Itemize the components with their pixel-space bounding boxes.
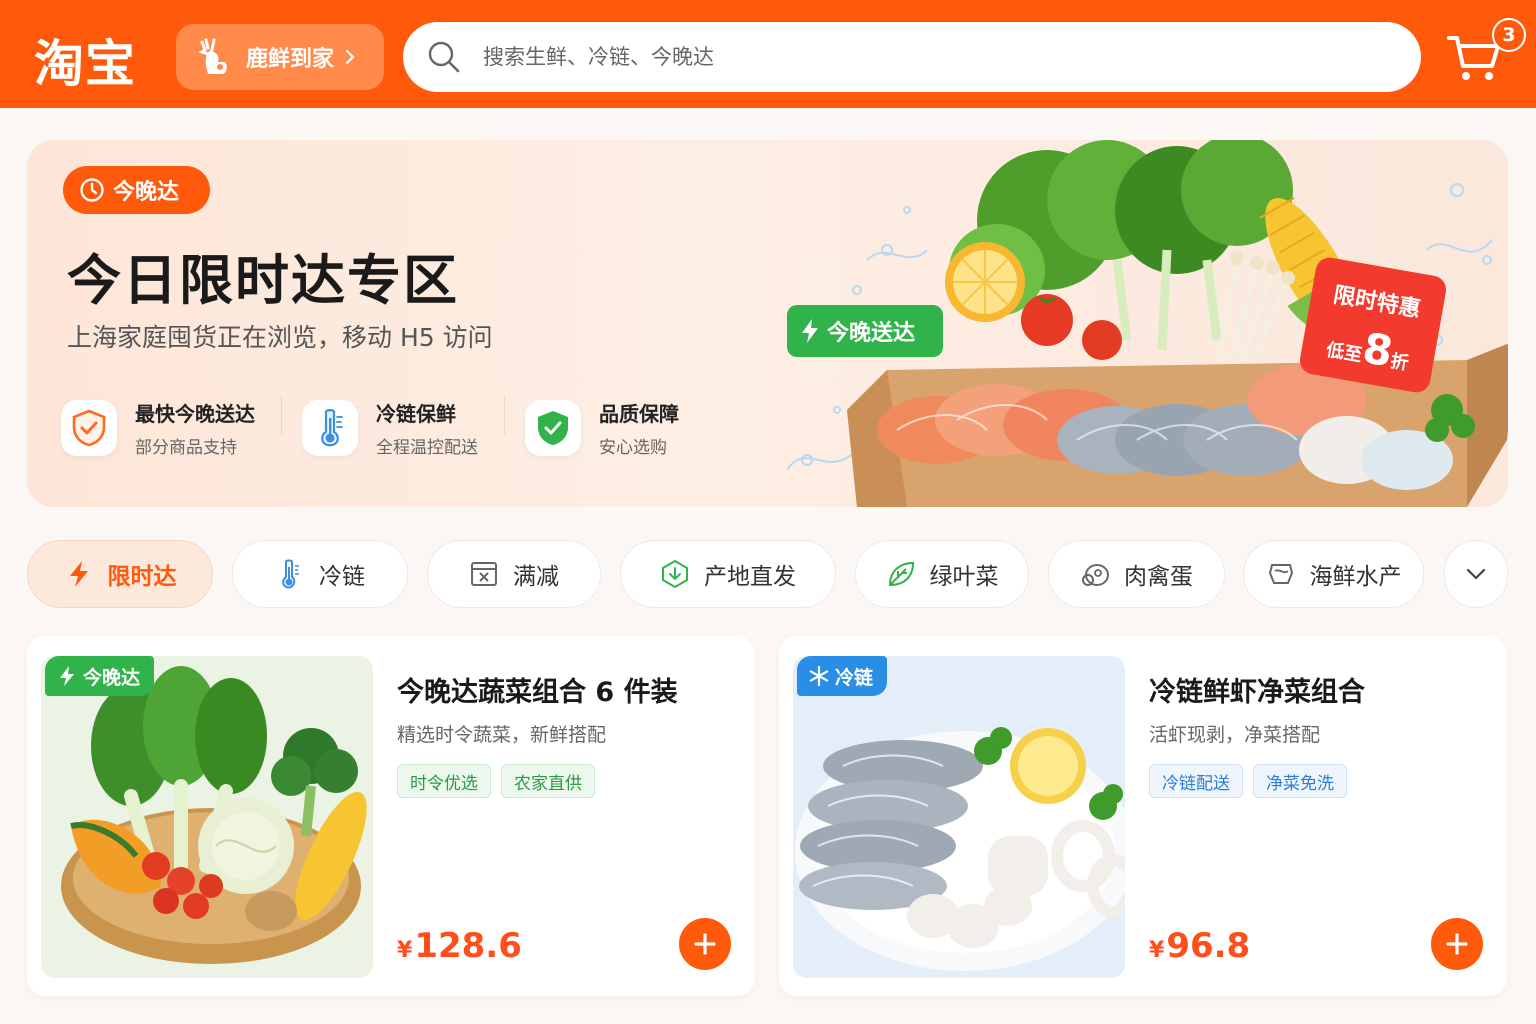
hero-subtitle: 上海家庭囤货正在浏览，移动 H5 访问	[67, 323, 493, 352]
product-tag: 时令优选	[397, 764, 491, 798]
channel-label: 鹿鲜到家	[246, 47, 335, 72]
chevron-right-icon	[345, 49, 355, 65]
product-tags: 冷链配送 净菜免洗	[1149, 764, 1357, 798]
hero-title: 今日限时达专区	[67, 249, 459, 312]
price-value: 128.6	[414, 926, 522, 966]
express-label: 今晚送达	[827, 321, 916, 346]
search-bar[interactable]	[403, 22, 1421, 92]
hero-features: 最快今晚送达 部分商品支持 冷链保鲜 全程温控配送 品质保障 安心选购	[61, 395, 695, 461]
more-categories-button[interactable]	[1444, 540, 1508, 608]
badge-label: 冷链	[835, 666, 874, 689]
product-price: ¥128.6	[397, 926, 522, 966]
feature-desc: 全程温控配送	[376, 438, 478, 458]
product-description: 精选时令蔬菜，新鲜搭配	[397, 724, 607, 746]
search-input[interactable]	[483, 45, 1383, 69]
shield-check-icon	[72, 409, 106, 447]
divider	[504, 395, 505, 435]
tonight-badge: 今晚达	[45, 656, 155, 696]
currency-symbol: ¥	[1149, 938, 1165, 963]
feature-quality: 品质保障 安心选购	[525, 395, 679, 461]
product-tag: 冷链配送	[1149, 764, 1243, 798]
tab-meat-eggs[interactable]: 肉禽蛋	[1048, 540, 1225, 608]
feature-fast-delivery: 最快今晚送达 部分商品支持	[61, 395, 255, 461]
promo-suffix: 折	[1388, 350, 1411, 375]
product-description: 活虾现剥，净菜搭配	[1149, 724, 1321, 746]
tab-label: 冷链	[319, 564, 365, 590]
product-card[interactable]: 冷链 冷链鲜虾净菜组合 活虾现剥，净菜搭配 冷链配送 净菜免洗 ¥96.8	[779, 636, 1507, 996]
deer-icon	[198, 38, 227, 74]
tab-origin-direct[interactable]: 产地直发	[620, 540, 836, 608]
hero-tag: 今晚达	[63, 166, 210, 214]
shrimp-platter-image	[795, 727, 1125, 971]
tab-label: 产地直发	[704, 564, 796, 590]
feature-cold-chain: 冷链保鲜 全程温控配送	[302, 395, 478, 461]
snowflake-icon	[809, 665, 829, 687]
tab-label: 海鲜水产	[1309, 564, 1402, 590]
plus-icon	[1446, 933, 1468, 955]
search-icon	[428, 41, 460, 73]
feature-title: 品质保障	[599, 402, 679, 426]
top-header: 淘宝 鹿鲜到家 3	[0, 0, 1536, 108]
hero-tag-label: 今晚达	[113, 180, 180, 205]
product-price: ¥96.8	[1149, 926, 1250, 966]
coupon-icon	[471, 562, 497, 586]
product-tags: 时令优选 农家直供	[397, 764, 605, 798]
divider	[281, 395, 282, 435]
add-to-cart-button[interactable]	[679, 918, 731, 970]
taobao-logo[interactable]: 淘宝	[34, 24, 136, 96]
product-tag: 农家直供	[501, 764, 595, 798]
plus-icon	[694, 933, 716, 955]
vegetable-basket-image	[61, 666, 367, 964]
tab-flash-delivery[interactable]: 限时达	[27, 540, 213, 608]
chevron-down-icon	[1466, 568, 1486, 580]
product-title[interactable]: 今晚达蔬菜组合 6 件装	[397, 670, 678, 709]
promo-prefix: 低至	[1324, 339, 1364, 367]
add-to-cart-button[interactable]	[1431, 918, 1483, 970]
thermometer-icon	[321, 409, 343, 447]
tab-leafy-greens[interactable]: 绿叶菜	[855, 540, 1029, 608]
channel-switch-button[interactable]: 鹿鲜到家	[176, 24, 384, 90]
leaf-icon	[888, 561, 914, 587]
feature-title: 最快今晚送达	[135, 402, 255, 426]
product-card[interactable]: 今晚达 今晚达蔬菜组合 6 件装 精选时令蔬菜，新鲜搭配 时令优选 农家直供 ¥…	[27, 636, 755, 996]
lightning-icon	[69, 561, 88, 587]
product-image[interactable]: 今晚达	[41, 656, 373, 978]
seafood-icon	[1268, 564, 1293, 584]
hero-banner[interactable]: 今晚达 今日限时达专区 上海家庭囤货正在浏览，移动 H5 访问 最快今晚送达 部…	[27, 140, 1508, 507]
product-title[interactable]: 冷链鲜虾净菜组合	[1149, 670, 1365, 709]
lightning-icon	[60, 666, 74, 686]
tab-cold-chain[interactable]: 冷链	[232, 540, 408, 608]
tab-label: 限时达	[107, 564, 177, 590]
product-image[interactable]: 冷链	[793, 656, 1125, 978]
feature-desc: 部分商品支持	[135, 438, 237, 458]
cart-count-badge: 3	[1492, 18, 1526, 52]
tonight-delivery-badge: 今晚送达	[787, 305, 943, 357]
price-value: 96.8	[1166, 926, 1251, 966]
lightning-icon	[802, 319, 818, 343]
origin-icon	[662, 559, 688, 589]
thermometer-icon	[282, 559, 299, 589]
product-tag: 净菜免洗	[1253, 764, 1347, 798]
quality-shield-icon	[538, 411, 568, 445]
meat-icon	[1082, 564, 1109, 586]
tab-label: 绿叶菜	[929, 564, 999, 590]
badge-label: 今晚达	[83, 666, 141, 689]
tab-label: 满减	[513, 564, 559, 590]
currency-symbol: ¥	[397, 938, 413, 963]
cart-button[interactable]: 3	[1446, 18, 1526, 90]
category-tabs: 限时达 冷链 满减 产地直发 绿叶菜 肉禽蛋 海鲜水产	[27, 540, 1508, 608]
feature-title: 冷链保鲜	[376, 402, 456, 426]
tab-label: 肉禽蛋	[1124, 564, 1193, 590]
tab-seafood[interactable]: 海鲜水产	[1243, 540, 1424, 608]
feature-desc: 安心选购	[599, 438, 667, 458]
promo-discount-tag: 限时特惠 低至8折	[1297, 255, 1449, 395]
tab-discount[interactable]: 满减	[427, 540, 601, 608]
clock-icon	[80, 178, 104, 202]
cold-chain-badge: 冷链	[797, 656, 888, 696]
